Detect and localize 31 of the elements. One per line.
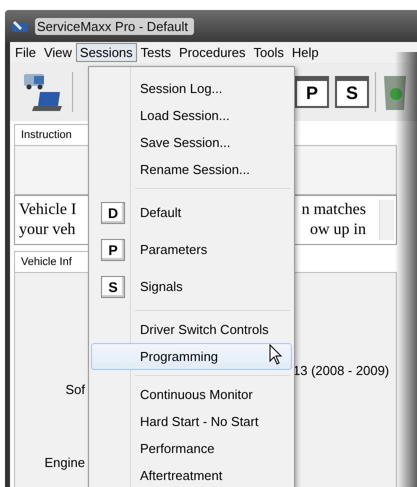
scrollbar[interactable]: [379, 200, 394, 240]
menu-item[interactable]: Procedures: [175, 43, 250, 62]
menu-item[interactable]: Session Log...: [91, 75, 292, 102]
letter-icon: S: [101, 276, 125, 298]
menu-item[interactable]: Driver Switch Controls: [91, 316, 292, 343]
toolbar-button[interactable]: S: [335, 76, 369, 108]
menu-item[interactable]: Hard Start - No Start: [91, 408, 292, 435]
instruction-text: your veh: [19, 220, 76, 240]
menu-item[interactable]: Help: [288, 43, 323, 62]
menu-item[interactable]: Aftertreatment: [91, 462, 292, 487]
field-value: 13 (2008 - 2009): [293, 363, 390, 378]
field-label: Engine: [44, 455, 85, 470]
toolbar-button[interactable]: P: [295, 76, 329, 108]
menu-item[interactable]: Performance: [91, 435, 292, 462]
menu-item[interactable]: Tests: [136, 43, 175, 62]
menu-item[interactable]: Continuous Monitor: [91, 381, 292, 408]
window-title: ServiceMaxx Pro - Default: [35, 18, 194, 34]
menu-item[interactable]: D Default: [91, 194, 292, 231]
letter-icon: P: [101, 238, 125, 260]
menu-item[interactable]: Sessions: [76, 43, 137, 62]
menu-item[interactable]: Rename Session...: [91, 156, 292, 183]
cursor-icon: [269, 344, 283, 366]
menu-item[interactable]: Tools: [249, 43, 288, 62]
instruction-text: ow up in: [310, 220, 366, 240]
instruction-text: n matches: [302, 200, 366, 220]
field-label: Sof: [64, 382, 85, 397]
letter-icon: D: [101, 202, 125, 224]
menu-item[interactable]: View: [40, 43, 76, 62]
menu-item[interactable]: File: [11, 43, 40, 62]
menu-item[interactable]: Programming: [91, 343, 292, 370]
instruction-text: Vehicle I: [19, 200, 76, 220]
